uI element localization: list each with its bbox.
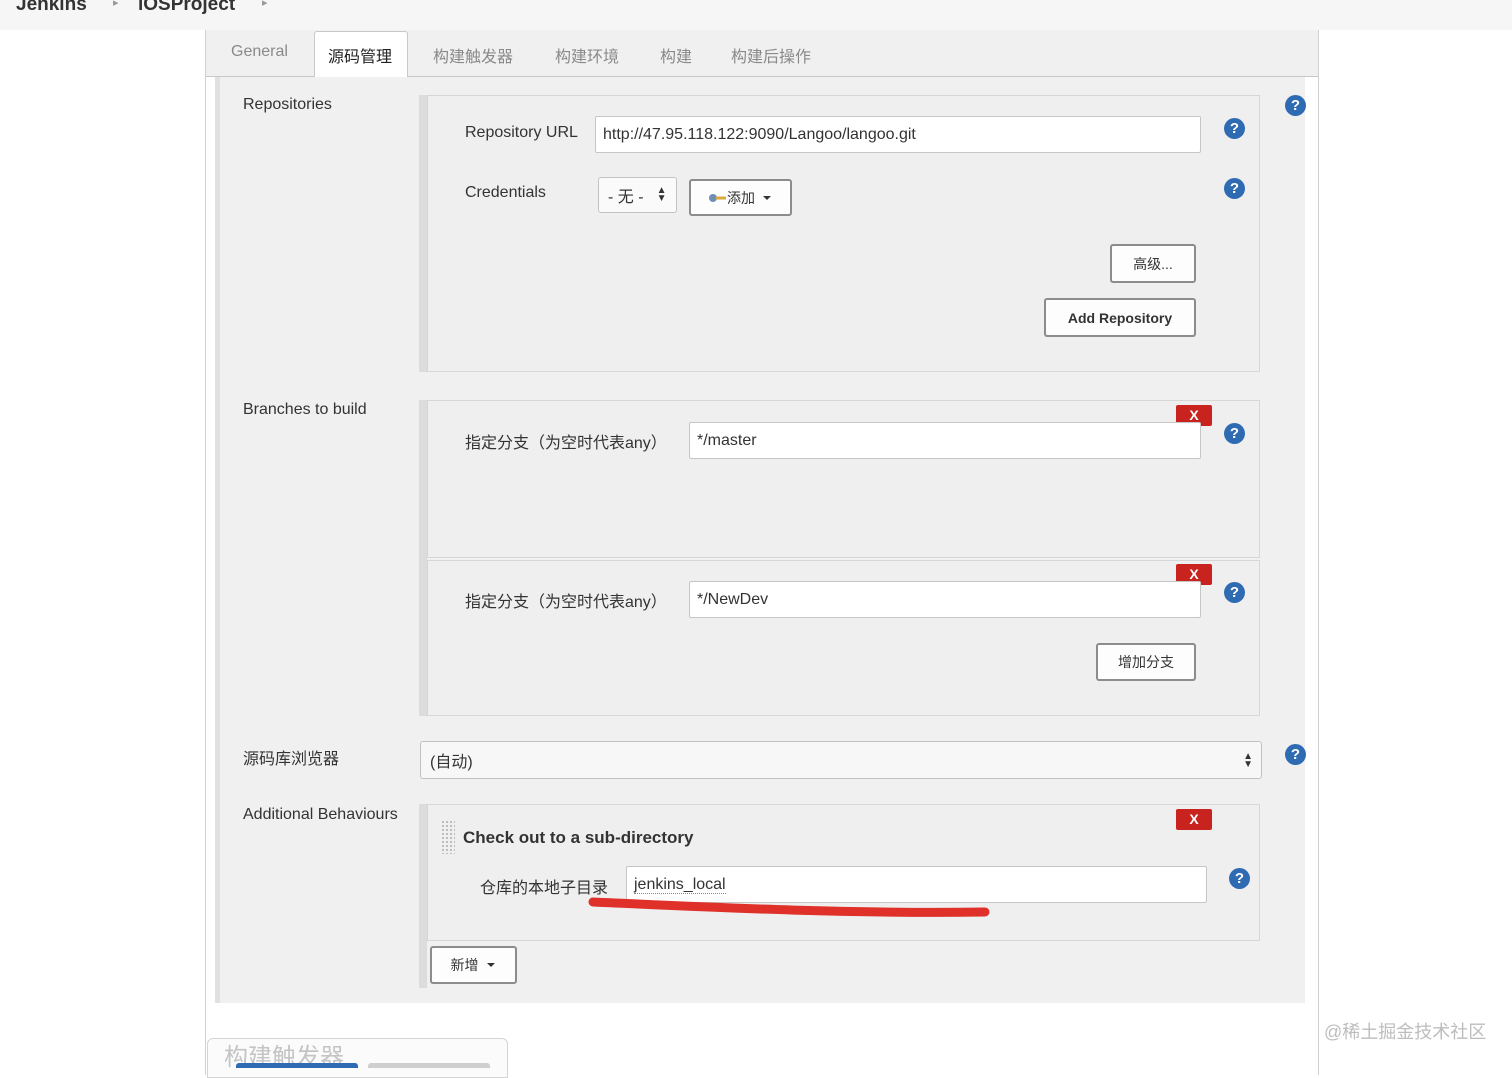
breadcrumb-project-link[interactable]: iOSProject [138, 0, 235, 16]
tab-general[interactable]: General [231, 43, 288, 61]
credentials-value: - 无 - [608, 189, 644, 206]
next-section-tab-blue [236, 1063, 358, 1068]
tab-build[interactable]: 构建 [660, 43, 692, 67]
repositories-help-icon[interactable]: ? [1285, 95, 1306, 116]
red-underline-annotation [588, 897, 990, 917]
select-arrows-icon: ▲ ▼ [656, 185, 667, 204]
add-behaviour-button[interactable]: 新增 [430, 946, 517, 984]
credentials-select[interactable]: - 无 - ▲ ▼ [598, 177, 677, 213]
key-icon [709, 193, 726, 202]
watermark: @稀土掘金技术社区 [1324, 1022, 1487, 1042]
credentials-add-button[interactable]: 添加 [689, 179, 792, 216]
branch-2-label: 指定分支（为空时代表any） [465, 594, 667, 611]
credentials-add-label: 添加 [727, 189, 755, 206]
repository-url-help-icon[interactable]: ? [1224, 118, 1245, 139]
branch-2-input[interactable]: */NewDev [689, 581, 1201, 618]
tab-post-build[interactable]: 构建后操作 [731, 43, 811, 67]
section-rail [215, 77, 220, 1003]
add-behaviour-label: 新增 [450, 957, 479, 973]
behaviour-title: Check out to a sub-directory [463, 828, 694, 847]
breadcrumb-chevron-icon: ▸ [113, 0, 119, 9]
branch-1-help-icon[interactable]: ? [1224, 423, 1245, 444]
tab-build-environment[interactable]: 构建环境 [555, 43, 619, 67]
repository-browser-select[interactable]: (自动) ▲ ▼ [420, 741, 1262, 779]
branch-1-label: 指定分支（为空时代表any） [465, 435, 667, 452]
next-section-tab-grey [368, 1063, 490, 1068]
credentials-help-icon[interactable]: ? [1224, 178, 1245, 199]
repositories-label: Repositories [243, 96, 332, 113]
branch-1-input[interactable]: */master [689, 422, 1201, 459]
repository-url-input[interactable]: http://47.95.118.122:9090/Langoo/langoo.… [595, 116, 1201, 153]
branches-label: Branches to build [243, 401, 367, 418]
advanced-button[interactable]: 高级... [1110, 244, 1196, 283]
tab-build-triggers[interactable]: 构建触发器 [433, 43, 513, 67]
behaviour-box-rail [419, 804, 427, 988]
select-arrows-icon: ▲ ▼ [1243, 751, 1253, 770]
add-repository-button[interactable]: Add Repository [1044, 298, 1196, 337]
credentials-label: Credentials [465, 184, 546, 201]
additional-behaviours-label: Additional Behaviours [243, 806, 398, 823]
repository-box-rail [419, 95, 427, 372]
branch-2-help-icon[interactable]: ? [1224, 582, 1245, 603]
caret-down-icon [486, 963, 495, 967]
caret-down-icon [763, 195, 771, 200]
repository-browser-value: (自动) [430, 754, 473, 771]
repository-browser-label: 源码库浏览器 [243, 751, 340, 768]
repository-browser-help-icon[interactable]: ? [1285, 744, 1306, 765]
drag-handle-icon[interactable] [441, 820, 455, 854]
branch-box-rail [419, 400, 427, 716]
tab-source-control[interactable]: 源码管理 [328, 43, 392, 67]
delete-behaviour-button[interactable]: X [1176, 809, 1212, 830]
repository-url-label: Repository URL [465, 124, 578, 141]
breadcrumb-chevron-icon[interactable]: ▸ [262, 0, 268, 9]
subdirectory-help-icon[interactable]: ? [1229, 868, 1250, 889]
breadcrumb-jenkins-link[interactable]: Jenkins [16, 0, 87, 16]
add-branch-button[interactable]: 增加分支 [1096, 643, 1196, 681]
